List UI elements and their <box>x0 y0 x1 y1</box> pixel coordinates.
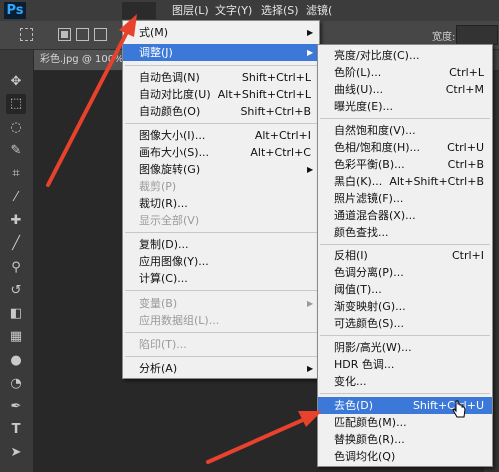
pen-tool-icon[interactable]: ✒ <box>6 397 26 417</box>
healing-brush-tool-icon[interactable]: ✚ <box>6 211 26 231</box>
width-input[interactable] <box>456 25 498 45</box>
menu-item-photo-filter[interactable]: 照片滤镜(F)... <box>318 190 492 207</box>
menu-item-analysis[interactable]: 分析(A) ▶ <box>123 360 319 377</box>
menu-item-auto-color[interactable]: 自动颜色(O) Shift+Ctrl+B <box>123 103 319 120</box>
rectangular-marquee-tool-icon[interactable]: ⬚ <box>6 94 26 114</box>
submenu-arrow-icon: ▶ <box>307 28 314 37</box>
document-tab[interactable]: 彩色.jpg @ 100%( <box>34 50 134 70</box>
menu-separator <box>320 393 490 394</box>
quick-selection-tool-icon[interactable]: ✎ <box>6 141 26 161</box>
adjustments-submenu: 亮度/对比度(C)... 色阶(L)... Ctrl+L 曲线(U)... Ctrl… <box>317 44 493 467</box>
menu-item-black-white[interactable]: 黑白(K)... Alt+Shift+Ctrl+B <box>318 173 492 190</box>
menu-item-shadows-highlights[interactable]: 阴影/高光(W)... <box>318 339 492 356</box>
photoshop-logo: Ps <box>4 2 26 19</box>
new-selection-icon[interactable] <box>58 28 71 41</box>
eyedropper-tool-icon[interactable]: ⁄ <box>6 188 26 208</box>
menu-item-threshold[interactable]: 阈值(T)... <box>318 281 492 298</box>
menu-separator <box>125 290 317 291</box>
menu-item-trim[interactable]: 裁切(R)... <box>123 195 319 212</box>
menu-select[interactable]: 选择(S) <box>261 3 299 18</box>
menu-bar: Ps 图层(L) 文字(Y) 选择(S) 滤镜( <box>0 0 499 21</box>
crop-tool-icon[interactable]: ⌗ <box>6 164 26 184</box>
menu-item-variations[interactable]: 变化... <box>318 373 492 390</box>
menu-separator <box>125 356 317 357</box>
menu-item-calculations[interactable]: 计算(C)... <box>123 270 319 287</box>
menu-item-vibrance[interactable]: 自然饱和度(V)... <box>318 122 492 139</box>
tools-panel: ✥ ⬚ ◌ ✎ ⌗ ⁄ ✚ ╱ ⚲ ↺ ◧ ▦ ● ◔ ✒ T ➤ <box>0 50 34 472</box>
menu-item-apply-image[interactable]: 应用图像(Y)... <box>123 253 319 270</box>
lasso-tool-icon[interactable]: ◌ <box>6 118 26 138</box>
submenu-arrow-icon: ▶ <box>307 364 314 373</box>
history-brush-tool-icon[interactable]: ↺ <box>6 281 26 301</box>
menu-item-brightness-contrast[interactable]: 亮度/对比度(C)... <box>318 47 492 64</box>
submenu-arrow-icon: ▶ <box>307 299 314 308</box>
blur-tool-icon[interactable]: ● <box>6 351 26 371</box>
menu-layer[interactable]: 图层(L) <box>172 3 209 18</box>
menu-item-image-rotation[interactable]: 图像旋转(G) ▶ <box>123 161 319 178</box>
move-tool-icon[interactable]: ✥ <box>6 72 26 92</box>
menu-separator <box>320 244 490 245</box>
eraser-tool-icon[interactable]: ◧ <box>6 304 26 324</box>
menu-item-image-size[interactable]: 图像大小(I)... Alt+Ctrl+I <box>123 127 319 144</box>
width-label: 宽度: <box>432 32 456 43</box>
subtract-selection-icon[interactable] <box>94 28 107 41</box>
menu-separator <box>320 118 490 119</box>
menu-type[interactable]: 文字(Y) <box>215 3 252 18</box>
menu-separator <box>125 332 317 333</box>
menu-item-auto-tone[interactable]: 自动色调(N) Shift+Ctrl+L <box>123 69 319 86</box>
marquee-tool-preset-icon[interactable] <box>20 28 33 41</box>
menu-item-invert[interactable]: 反相(I) Ctrl+I <box>318 247 492 264</box>
menu-item-replace-color[interactable]: 替换颜色(R)... <box>318 431 492 448</box>
menu-filter[interactable]: 滤镜( <box>306 3 332 18</box>
hand-cursor-icon <box>452 400 466 418</box>
menu-item-channel-mixer[interactable]: 通道混合器(X)... <box>318 207 492 224</box>
menu-item-gradient-map[interactable]: 渐变映射(G)... <box>318 298 492 315</box>
menu-item-color-lookup[interactable]: 颜色查找... <box>318 224 492 241</box>
menu-separator <box>320 335 490 336</box>
menu-item-exposure[interactable]: 曝光度(E)... <box>318 98 492 115</box>
dodge-tool-icon[interactable]: ◔ <box>6 374 26 394</box>
menu-item-trap: 陷印(T)... <box>139 338 187 351</box>
menu-item-color-balance[interactable]: 色彩平衡(B)... Ctrl+B <box>318 156 492 173</box>
menu-item-reveal-all: 显示全部(V) <box>139 214 200 227</box>
menu-item-levels[interactable]: 色阶(L)... Ctrl+L <box>318 64 492 81</box>
menu-separator <box>125 123 317 124</box>
menu-item-hdr-toning[interactable]: HDR 色调... <box>318 356 492 373</box>
menu-item-hue-saturation[interactable]: 色相/饱和度(H)... Ctrl+U <box>318 139 492 156</box>
submenu-arrow-icon: ▶ <box>307 165 314 174</box>
menu-item-auto-contrast[interactable]: 自动对比度(U) Alt+Shift+Ctrl+L <box>123 86 319 103</box>
menu-item-mode[interactable]: 式(M) ▶ <box>123 24 319 41</box>
clone-stamp-tool-icon[interactable]: ⚲ <box>6 258 26 278</box>
menu-item-duplicate[interactable]: 复制(D)... <box>123 236 319 253</box>
menu-item-apply-data-set: 应用数据组(L)... <box>139 314 220 327</box>
menu-item-adjustments[interactable]: 调整(J) ▶ <box>123 44 319 61</box>
type-tool-icon[interactable]: T <box>6 420 26 440</box>
add-to-selection-icon[interactable] <box>76 28 89 41</box>
menu-item-canvas-size[interactable]: 画布大小(S)... Alt+Ctrl+C <box>123 144 319 161</box>
menu-separator <box>125 65 317 66</box>
menu-separator <box>125 232 317 233</box>
gradient-tool-icon[interactable]: ▦ <box>6 327 26 347</box>
image-menu-dropdown: 式(M) ▶ 调整(J) ▶ 自动色调(N) Shift+Ctrl+L 自动对比度(U… <box>122 20 320 379</box>
menu-item-curves[interactable]: 曲线(U)... Ctrl+M <box>318 81 492 98</box>
submenu-arrow-icon: ▶ <box>307 48 314 57</box>
menu-item-posterize[interactable]: 色调分离(P)... <box>318 264 492 281</box>
menu-item-equalize[interactable]: 色调均化(Q) <box>318 448 492 465</box>
menu-item-variables: 变量(B) ▶ <box>139 297 314 310</box>
path-selection-tool-icon[interactable]: ➤ <box>6 443 26 463</box>
menu-item-crop: 裁剪(P) <box>139 180 177 193</box>
brush-tool-icon[interactable]: ╱ <box>6 234 26 254</box>
menu-item-selective-color[interactable]: 可选颜色(S)... <box>318 315 492 332</box>
menu-image-active[interactable] <box>122 2 156 19</box>
